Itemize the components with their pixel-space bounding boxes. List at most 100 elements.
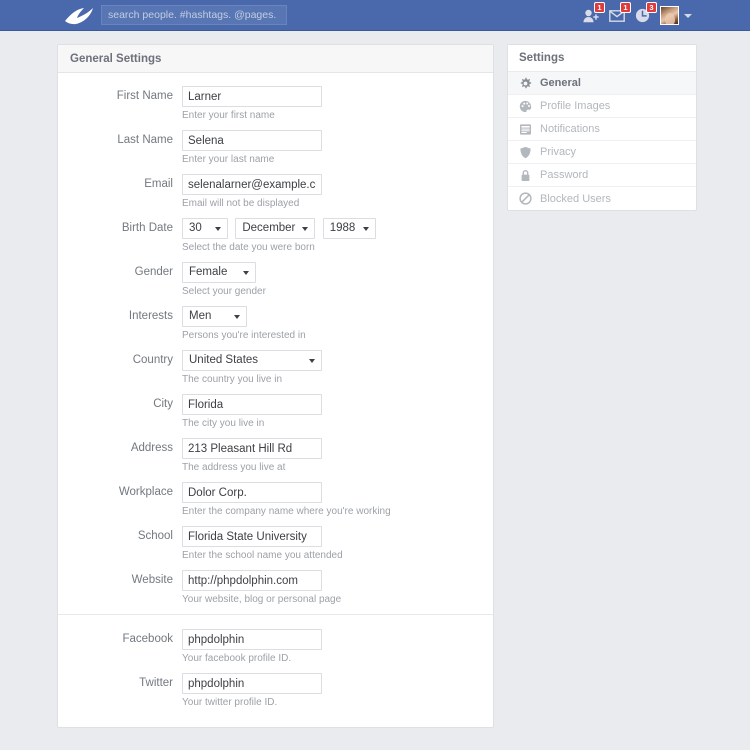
sidebar-item-privacy[interactable]: Privacy	[508, 141, 696, 164]
field-label: Last Name	[117, 134, 173, 146]
field-help: Email will not be displayed	[182, 198, 300, 209]
address-input[interactable]	[182, 438, 322, 459]
sidebar-title: Settings	[519, 52, 565, 64]
field-help: Select your gender	[182, 286, 266, 297]
sidebar-item-label: Blocked Users	[540, 192, 611, 205]
country-value: United States	[189, 354, 259, 366]
list-document-icon	[519, 123, 532, 136]
chevron-down-icon[interactable]	[684, 13, 692, 18]
account-menu[interactable]	[660, 6, 692, 25]
birth-month-select[interactable]: December	[235, 218, 316, 239]
field-help: The country you live in	[182, 374, 283, 385]
sidebar-item-notifications[interactable]: Notifications	[508, 118, 696, 141]
sidebar-header: Settings	[508, 45, 696, 72]
general-settings-panel: General Settings First Name Enter your f…	[57, 44, 494, 728]
field-label: First Name	[116, 90, 173, 102]
field-help: Your twitter profile ID.	[182, 697, 278, 708]
facebook-input[interactable]	[182, 629, 322, 650]
field-label: Email	[144, 178, 173, 190]
field-website: Website Your website, blog or personal p…	[58, 570, 493, 605]
website-input[interactable]	[182, 570, 322, 591]
field-help: Enter the company name where you're work…	[182, 506, 391, 517]
chevron-down-icon	[362, 227, 369, 231]
chevron-down-icon	[302, 227, 309, 231]
top-nav-actions: 1 1 3	[582, 0, 692, 31]
page-title: General Settings	[70, 52, 162, 65]
page-content: General Settings First Name Enter your f…	[0, 31, 750, 728]
palette-icon	[519, 100, 532, 113]
messages-icon[interactable]: 1	[608, 2, 631, 24]
top-navigation-bar: 1 1 3	[0, 0, 750, 31]
field-help: Enter the school name you attended	[182, 550, 343, 561]
field-city: City The city you live in	[58, 394, 493, 429]
notifications-badge: 3	[646, 2, 657, 13]
sidebar-item-label: Password	[540, 169, 589, 181]
field-label: Workplace	[118, 486, 173, 498]
field-birth-date: Birth Date 30 December 1988 Select the d…	[58, 218, 493, 253]
field-workplace: Workplace Enter the company name where y…	[58, 482, 493, 517]
field-label: Country	[132, 354, 173, 366]
sidebar-item-password[interactable]: Password	[508, 164, 696, 187]
sidebar-item-blocked-users[interactable]: Blocked Users	[508, 187, 696, 210]
birth-day-select[interactable]: 30	[182, 218, 228, 239]
friend-requests-icon[interactable]: 1	[582, 2, 605, 24]
ban-circle-icon	[519, 192, 532, 205]
search-input[interactable]	[101, 5, 287, 25]
field-help: Select the date you were born	[182, 242, 315, 253]
field-address: Address The address you live at	[58, 438, 493, 473]
country-select[interactable]: United States	[182, 350, 322, 371]
field-twitter: Twitter Your twitter profile ID.	[58, 673, 493, 708]
lock-icon	[519, 169, 532, 182]
field-label: Facebook	[122, 633, 173, 645]
gender-select[interactable]: Female	[182, 262, 256, 283]
field-help: The address you live at	[182, 462, 286, 473]
field-label: Interests	[128, 310, 173, 322]
field-label: Address	[130, 442, 173, 454]
field-help: Enter your last name	[182, 154, 275, 165]
panel-header: General Settings	[58, 45, 493, 73]
interests-select[interactable]: Men	[182, 306, 247, 327]
first-name-input[interactable]	[182, 86, 322, 107]
field-last-name: Last Name Enter your last name	[58, 130, 493, 165]
field-school: School Enter the school name you attende…	[58, 526, 493, 561]
messages-badge: 1	[620, 2, 631, 13]
settings-sidebar: Settings General Profile Images Notifica…	[507, 44, 697, 211]
search-box[interactable]	[101, 5, 287, 25]
field-email: Email Email will not be displayed	[58, 174, 493, 209]
chevron-down-icon	[234, 315, 240, 319]
field-help: Your facebook profile ID.	[182, 653, 292, 664]
last-name-input[interactable]	[182, 130, 322, 151]
field-first-name: First Name Enter your first name	[58, 86, 493, 121]
field-label: Gender	[134, 266, 173, 278]
field-help: The city you live in	[182, 418, 265, 429]
field-label: Website	[131, 574, 173, 586]
field-help: Persons you're interested in	[182, 330, 306, 341]
sidebar-item-label: General	[540, 77, 581, 89]
workplace-input[interactable]	[182, 482, 322, 503]
field-facebook: Facebook Your facebook profile ID.	[58, 629, 493, 664]
email-field[interactable]	[182, 174, 322, 195]
field-gender: Gender Female Select your gender	[58, 262, 493, 297]
field-label: School	[137, 530, 173, 542]
chevron-down-icon	[215, 227, 221, 231]
city-input[interactable]	[182, 394, 322, 415]
field-label: City	[153, 398, 173, 410]
shield-icon	[519, 146, 532, 159]
notifications-icon[interactable]: 3	[634, 2, 657, 24]
twitter-input[interactable]	[182, 673, 322, 694]
birth-year-select[interactable]: 1988	[322, 218, 376, 239]
chevron-down-icon	[243, 271, 249, 275]
dolphin-logo[interactable]	[62, 5, 96, 26]
gear-icon	[519, 77, 532, 90]
field-label: Birth Date	[121, 222, 173, 234]
field-country: Country United States The country you li…	[58, 350, 493, 385]
user-avatar[interactable]	[660, 6, 679, 25]
chevron-down-icon	[309, 359, 315, 363]
field-help: Enter your first name	[182, 110, 275, 121]
sidebar-item-label: Privacy	[540, 146, 577, 158]
sidebar-item-label: Notifications	[540, 123, 600, 135]
field-help: Your website, blog or personal page	[182, 594, 342, 605]
sidebar-item-profile-images[interactable]: Profile Images	[508, 95, 696, 118]
sidebar-item-general[interactable]: General	[508, 72, 696, 95]
school-input[interactable]	[182, 526, 322, 547]
